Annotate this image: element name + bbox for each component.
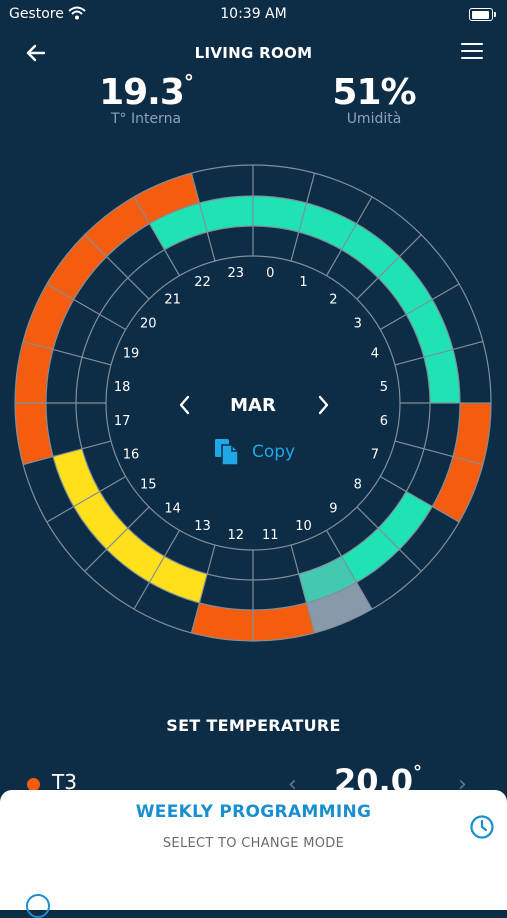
hour-label: 22 [194, 275, 211, 290]
hour-label: 18 [114, 380, 131, 395]
hour-label: 4 [371, 346, 379, 361]
humidity-value: 51% [332, 72, 416, 113]
humidity-label: Umidità [346, 111, 402, 127]
hour-label: 5 [380, 380, 388, 395]
set-temperature-title: SET TEMPERATURE [166, 716, 341, 735]
mode-selector-sheet[interactable]: WEEKLY PROGRAMMING SELECT TO CHANGE MODE [0, 790, 507, 918]
temperature-value: 19.3° [99, 70, 194, 113]
hour-label: 14 [164, 502, 181, 517]
humidity-reading: 51% Umidità [294, 72, 454, 127]
hour-label: 1 [299, 275, 307, 290]
hour-label: 7 [371, 448, 379, 463]
hour-label: 15 [140, 477, 157, 492]
previous-day-button[interactable] [176, 394, 194, 416]
hour-label: 12 [227, 528, 244, 543]
hour-label: 11 [262, 528, 279, 543]
hour-label: 2 [329, 292, 337, 307]
clock-icon[interactable] [469, 814, 495, 840]
hour-label: 9 [329, 502, 337, 517]
temperature-reading: 19.3° T° Interna [66, 70, 226, 127]
copy-icon [215, 439, 239, 466]
mode-subtitle: SELECT TO CHANGE MODE [162, 836, 345, 851]
hour-label: 13 [194, 519, 211, 534]
temperature-label: T° Interna [110, 111, 182, 127]
schedule-segment-t3[interactable] [432, 403, 491, 522]
menu-icon[interactable] [461, 43, 483, 61]
hour-label: 21 [164, 292, 181, 307]
page-title: LIVING ROOM [194, 44, 313, 62]
hour-label: 17 [114, 414, 131, 429]
copy-label: Copy [252, 442, 296, 462]
hour-label: 0 [266, 266, 274, 281]
hour-label: 8 [354, 477, 362, 492]
hour-label: 3 [354, 317, 362, 332]
hour-label: 23 [227, 266, 244, 281]
copy-button[interactable]: Copy [214, 437, 295, 467]
battery-icon [469, 8, 496, 21]
hour-label: 6 [380, 414, 388, 429]
day-label: MAR [230, 395, 276, 416]
mode-option-radio[interactable] [26, 894, 50, 918]
status-time: 10:39 AM [220, 6, 287, 22]
hour-label: 20 [140, 317, 157, 332]
hour-label: 10 [295, 519, 312, 534]
status-bar: Gestore 10:39 AM [0, 0, 507, 28]
mode-title: WEEKLY PROGRAMMING [135, 802, 372, 822]
next-day-button[interactable] [314, 394, 332, 416]
hour-label: 16 [123, 448, 140, 463]
hour-label: 19 [123, 346, 140, 361]
